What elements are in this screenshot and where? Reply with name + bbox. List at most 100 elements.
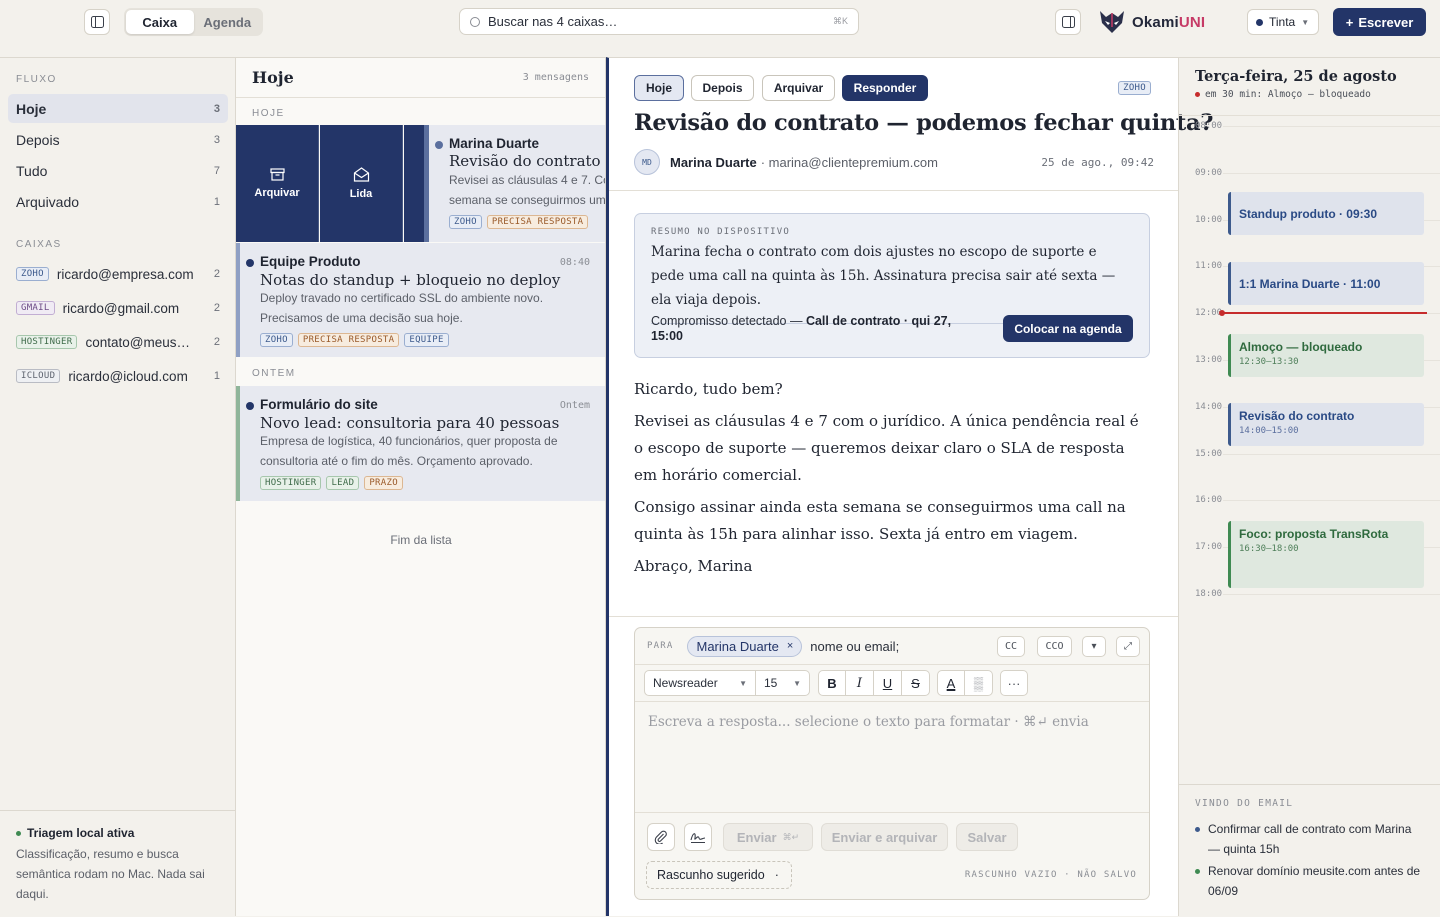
summary-label: RESUMO NO DISPOSITIVO: [651, 227, 790, 237]
text-color-button[interactable]: A: [937, 670, 965, 696]
signature-button[interactable]: [684, 823, 712, 851]
reply-button[interactable]: Responder: [842, 75, 928, 101]
hour-label: 09:00: [1195, 167, 1223, 178]
hour-label: 18:00: [1195, 589, 1223, 599]
attach-button[interactable]: [647, 823, 675, 851]
swiped-message-row[interactable]: Arquivar Lida Marina Duarte Revisão do c…: [236, 125, 605, 242]
sidebar-item-tudo[interactable]: Tudo 7: [8, 156, 228, 185]
recipient-chip[interactable]: Marina Duarte ×: [687, 635, 803, 657]
event-title: Standup produto · 09:30: [1239, 206, 1377, 221]
tag-needs-reply: PRECISA RESPOSTA: [486, 215, 589, 229]
chevron-down-icon: ▼: [793, 678, 801, 688]
calendar-event[interactable]: Revisão do contrato 14:00–15:00: [1228, 403, 1424, 446]
mailbox-item-zoho[interactable]: ZOHO ricardo@empresa.com 2: [16, 262, 220, 286]
strikethrough-button[interactable]: S: [902, 670, 930, 696]
remove-recipient-icon[interactable]: ×: [787, 640, 793, 652]
reply-body-input[interactable]: Escreva a resposta... selecione o texto …: [648, 714, 1089, 730]
recipient-input[interactable]: nome ou email;: [810, 639, 899, 654]
calendar-date: Terça-feira, 25 de agosto: [1195, 68, 1397, 85]
day-calendar: Terça-feira, 25 de agosto em 30 min: Alm…: [1178, 57, 1440, 916]
divider: [609, 190, 1178, 191]
collapse-icon[interactable]: ▾: [1082, 636, 1106, 657]
italic-button[interactable]: I: [846, 670, 874, 696]
search-input[interactable]: Buscar nas 4 caixas… ⌘K: [459, 8, 859, 35]
task-item[interactable]: Confirmar call de contrato com Marina — …: [1195, 819, 1425, 859]
event-title: Foco: proposta TransRota: [1239, 527, 1389, 541]
snooze-later-button[interactable]: Depois: [691, 75, 754, 101]
boxes-section-title: CAIXAS: [16, 239, 62, 250]
hour-gridline: [1223, 172, 1440, 174]
more-options-button[interactable]: ···: [1000, 670, 1028, 696]
message-body: Ricardo, tudo bem? Revisei as cláusulas …: [634, 376, 1144, 585]
expand-icon[interactable]: ⤢: [1116, 636, 1140, 657]
compose-button[interactable]: + Escrever: [1333, 8, 1426, 36]
from-email-tasks: VINDO DO EMAIL Confirmar call de contrat…: [1179, 784, 1440, 917]
search-shortcut: ⌘K: [832, 16, 848, 26]
mailbox-item-gmail[interactable]: GMAIL ricardo@gmail.com 2: [16, 296, 220, 320]
message-row-equipe[interactable]: Equipe Produto 08:40 Notas do standup + …: [236, 243, 605, 357]
font-family-select[interactable]: Newsreader ▼: [644, 670, 756, 696]
message-row-formulario[interactable]: Formulário do site Ontem Novo lead: cons…: [236, 386, 605, 501]
sender-name[interactable]: Marina Duarte: [670, 155, 757, 170]
status-dot: [16, 830, 21, 836]
archive-button[interactable]: Arquivar: [762, 75, 835, 101]
hour-label: 16:00: [1195, 495, 1223, 506]
send-shortcut: ⌘↵: [782, 831, 800, 842]
message-count: 3 mensagens: [522, 72, 589, 83]
wolf-logo-icon: [1100, 11, 1124, 33]
to-label: PARA: [647, 641, 674, 651]
body-paragraph: Abraço, Marina: [634, 557, 753, 575]
send-and-archive-button[interactable]: Enviar e arquivar: [821, 823, 948, 851]
search-placeholder: Buscar nas 4 caixas…: [488, 14, 618, 29]
tag-hostinger: HOSTINGER: [260, 476, 322, 490]
add-to-calendar-button[interactable]: Colocar na agenda: [1003, 315, 1133, 342]
sender-email: · marina@clientepremium.com: [760, 154, 938, 170]
hour-gridline: [1223, 126, 1440, 127]
toggle-calendar-button[interactable]: [1055, 9, 1081, 35]
task-item[interactable]: Renovar domínio meusite.com antes de 06/…: [1195, 861, 1425, 901]
view-switcher: Caixa Agenda: [124, 8, 263, 36]
avatar: MD: [634, 149, 660, 175]
message-date: 25 de ago., 09:42: [1041, 155, 1154, 169]
snooze-today-button[interactable]: Hoje: [634, 75, 684, 101]
sidebar-item-depois[interactable]: Depois 3: [8, 125, 228, 154]
tag-deadline: PRAZO: [364, 476, 403, 490]
list-header: Hoje 3 mensagens: [236, 58, 605, 98]
font-size-select[interactable]: 15 ▼: [756, 670, 810, 696]
underline-button[interactable]: U: [874, 670, 902, 696]
brand-name: OkamiUNI: [1132, 13, 1206, 31]
brand-logo: OkamiUNI: [1098, 8, 1205, 36]
send-button[interactable]: Enviar ⌘↵: [723, 823, 813, 851]
archive-swipe-action[interactable]: Arquivar: [236, 125, 319, 242]
signature-icon: [690, 833, 706, 843]
cco-button[interactable]: CCO: [1037, 636, 1072, 657]
tab-agenda[interactable]: Agenda: [194, 10, 262, 34]
sidebar-item-arquivado[interactable]: Arquivado 1: [8, 187, 228, 216]
group-label-today: HOJE: [252, 108, 285, 119]
cc-button[interactable]: CC: [997, 636, 1025, 657]
calendar-event[interactable]: Almoço — bloqueado 12:30–13:30: [1228, 334, 1424, 377]
message-row-marina[interactable]: Marina Duarte Revisão do contrato — pode…: [424, 125, 605, 242]
panel-right-icon: [1061, 16, 1075, 28]
sidebar-item-hoje[interactable]: Hoje 3: [8, 94, 228, 123]
toggle-sidebar-button[interactable]: [84, 9, 110, 35]
save-button[interactable]: Salvar: [956, 823, 1018, 851]
hour-label: 15:00: [1195, 448, 1223, 459]
bold-button[interactable]: B: [818, 670, 846, 696]
calendar-event[interactable]: Foco: proposta TransRota 16:30–18:00: [1228, 521, 1424, 588]
suggested-draft-button[interactable]: Rascunho sugerido ·: [646, 861, 792, 889]
event-title: Revisão do contrato: [1239, 409, 1355, 423]
theme-selector[interactable]: Tinta ▼: [1247, 9, 1319, 35]
unread-dot: [435, 141, 443, 149]
tag-team: EQUIPE: [404, 333, 449, 347]
mark-read-swipe-action[interactable]: Lida: [320, 125, 403, 242]
calendar-grid: 08:00 09:00 10:00 11:00 12:00 13:00 14:00 15:00…: [1179, 115, 1440, 605]
mailbox-item-hostinger[interactable]: HOSTINGERcontato@meusite.com2: [16, 330, 220, 354]
calendar-event[interactable]: Standup produto · 09:30: [1228, 192, 1424, 235]
summary-text: Marina fecha o contrato com dois ajustes…: [651, 244, 1116, 308]
highlight-button[interactable]: ▒: [965, 670, 993, 696]
tab-caixa[interactable]: Caixa: [126, 10, 194, 34]
mailbox-item-icloud[interactable]: ICLOUD ricardo@icloud.com 1: [16, 364, 220, 388]
calendar-event[interactable]: 1:1 Marina Duarte · 11:00: [1228, 262, 1424, 305]
search-icon: [470, 16, 480, 27]
